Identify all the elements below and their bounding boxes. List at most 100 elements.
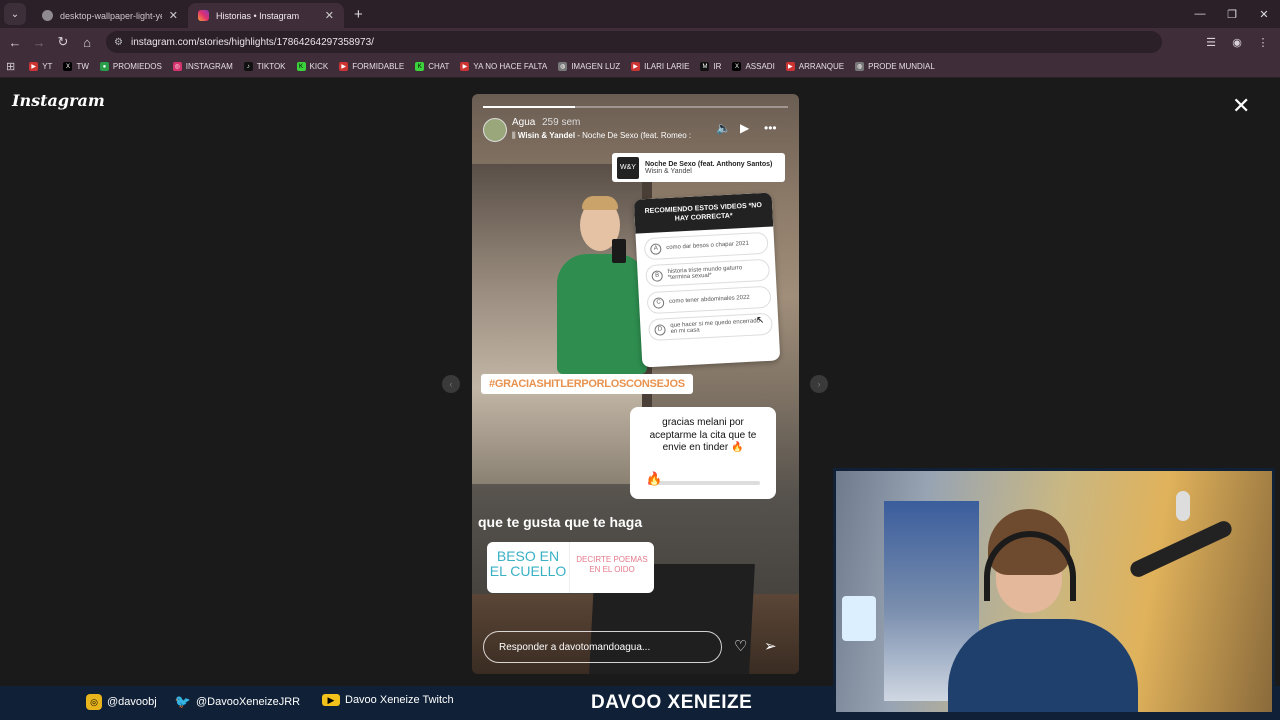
bookmark-assadi[interactable]: X ASSADI — [732, 62, 775, 71]
close-icon[interactable]: ✕ — [1232, 95, 1250, 117]
slider-track[interactable] — [648, 481, 760, 485]
restore-icon[interactable]: ❐ — [1216, 0, 1248, 28]
emoji-slider-sticker[interactable]: gracias melani por aceptarme la cita que… — [630, 407, 776, 499]
instagram-icon: ◎ — [172, 62, 182, 71]
kick-icon: K — [415, 62, 425, 71]
address-bar[interactable]: ⚙ instagram.com/stories/highlights/17864… — [106, 31, 1162, 53]
this-or-that-sticker: BESO EN EL CUELLO DECIRTE POEMAS EN EL O… — [487, 542, 654, 593]
bookmark-instagram[interactable]: ◎ INSTAGRAM — [172, 62, 233, 71]
avatar[interactable] — [483, 118, 507, 142]
story-progress-fill — [483, 106, 575, 108]
close-window-icon[interactable]: ✕ — [1248, 0, 1280, 28]
previous-story-icon[interactable]: ‹ — [442, 375, 460, 393]
globe-icon — [42, 10, 53, 21]
tab-wallpaper[interactable]: desktop-wallpaper-light-yellow ✕ — [32, 3, 188, 28]
quiz-option-d[interactable]: Dque hacer si me quedo encerrado en mi c… — [647, 312, 773, 342]
browser-tab-bar: ⌄ desktop-wallpaper-light-yellow ✕ Histo… — [0, 0, 1280, 28]
send-icon[interactable]: ➢ — [764, 637, 777, 655]
mk-icon: M — [700, 62, 710, 71]
twitter-handle: 🐦 @DavooXeneizeJRR — [174, 694, 301, 709]
fire-emoji-icon[interactable]: 🔥 — [646, 471, 662, 487]
next-story-icon[interactable]: › — [810, 375, 828, 393]
bookmark-formidable[interactable]: ▶ FORMIDABLE — [339, 62, 404, 71]
apps-icon[interactable]: ⊞ — [6, 60, 15, 73]
bookmark-prode-mundial[interactable]: ◍ PRODE MUNDIAL — [855, 62, 935, 71]
globe-icon: ◍ — [855, 62, 865, 71]
quiz-option-b[interactable]: Bhistoria triste mundo gaturro *termina … — [645, 258, 771, 288]
webcam-microphone — [1127, 518, 1235, 580]
minimize-icon[interactable]: — — [1184, 0, 1216, 28]
x-icon: X — [732, 62, 742, 71]
story-caption: que te gusta que te haga — [478, 514, 643, 530]
bookmark-ya-no-hace-falta[interactable]: ▶ YA NO HACE FALTA — [460, 62, 547, 71]
webcam-lamp — [1176, 491, 1190, 521]
close-tab-icon[interactable]: ✕ — [325, 9, 334, 22]
tab-title: Historias • Instagram — [216, 10, 300, 21]
bookmark-kick[interactable]: K KICK — [296, 62, 328, 71]
youtube-icon: ▶ — [785, 62, 795, 71]
profile-icon[interactable]: ☰ — [1200, 31, 1222, 53]
youtube-icon: ▶ — [460, 62, 470, 71]
instagram-icon — [198, 10, 209, 21]
bookmark-promiedos[interactable]: ● PROMIEDOS — [99, 62, 162, 71]
back-icon[interactable]: ← — [3, 30, 27, 54]
quiz-question: RECOMIENDO ESTOS VIDEOS *NO HAY CORRECTA… — [633, 192, 774, 234]
site-info-icon[interactable]: ⚙ — [114, 37, 123, 48]
url-text: instagram.com/stories/highlights/1786426… — [130, 36, 374, 48]
more-options-icon[interactable]: ••• — [764, 121, 777, 135]
forward-icon[interactable]: → — [27, 30, 51, 54]
bookmark-arranque[interactable]: ▶ ARRANQUE — [785, 62, 844, 71]
bookmark-chat[interactable]: K CHAT — [415, 62, 449, 71]
bookmark-tw[interactable]: X TW — [63, 62, 89, 71]
new-tab-button[interactable]: + — [354, 6, 363, 23]
mute-icon[interactable]: 🔈 — [716, 121, 731, 135]
more-icon[interactable]: ⋮ — [1252, 31, 1274, 53]
music-track: - Noche De Sexo (feat. Romeo : — [575, 131, 692, 140]
quiz-sticker: RECOMIENDO ESTOS VIDEOS *NO HAY CORRECTA… — [633, 192, 781, 368]
quiz-option-a[interactable]: Acomo dar besos o chapar 2021 — [643, 231, 769, 261]
tab-title: desktop-wallpaper-light-yellow — [60, 10, 162, 21]
twitch-handle: ▶ Davoo Xeneize Twitch — [322, 694, 454, 706]
story-music[interactable]: ⫼ Wisin & Yandel - Noche De Sexo (feat. … — [512, 131, 691, 141]
bookmark-ilari-larie[interactable]: ▶ ILARI LARIE — [631, 62, 689, 71]
instagram-handle: ◎ @davoobj — [86, 694, 157, 710]
webcam-person-body — [948, 619, 1138, 712]
reply-input[interactable]: Responder a davotomandoagua... — [483, 631, 722, 663]
choice-a-button[interactable]: BESO EN EL CUELLO — [487, 542, 569, 593]
story-viewer[interactable]: Agua 259 sem ⫼ Wisin & Yandel - Noche De… — [472, 94, 799, 674]
browser-toolbar: ← → ↻ ⌂ ⚙ instagram.com/stories/highligh… — [0, 28, 1280, 56]
music-sticker[interactable]: W&Y Noche De Sexo (feat. Anthony Santos)… — [612, 153, 785, 182]
music-sticker-title: Noche De Sexo (feat. Anthony Santos) — [645, 160, 773, 168]
instagram-logo[interactable]: Instagram — [12, 91, 105, 110]
reload-icon[interactable]: ↻ — [51, 30, 75, 54]
quiz-option-c[interactable]: Ccomo tener abdominales 2022 — [646, 285, 772, 315]
bookmark-yt[interactable]: ▶ YT — [29, 62, 52, 71]
choice-b-button[interactable]: DECIRTE POEMAS EN EL OIDO — [569, 542, 654, 593]
tab-search-icon[interactable]: ⌄ — [4, 3, 26, 25]
close-tab-icon[interactable]: ✕ — [169, 9, 178, 22]
instagram-icon: ◎ — [86, 694, 102, 710]
hashtag-sticker[interactable]: #GRACIASHITLERPORLOSCONSEJOS — [481, 374, 693, 394]
story-progress-bar — [483, 106, 788, 108]
story-username[interactable]: Agua — [512, 117, 535, 128]
youtube-icon: ▶ — [322, 694, 340, 706]
youtube-icon: ▶ — [631, 62, 641, 71]
streamer-brand: DAVOO XENEIZE — [591, 692, 753, 713]
music-artist: Wisin & Yandel — [517, 131, 576, 140]
youtube-icon: ▶ — [339, 62, 349, 71]
album-art-icon: W&Y — [617, 156, 639, 179]
promiedos-icon: ● — [99, 62, 109, 71]
bookmark-ir[interactable]: M IR — [700, 62, 721, 71]
story-photo-hair — [582, 196, 618, 210]
bookmark-tiktok[interactable]: ♪ TIKTOK — [243, 62, 286, 71]
bookmark-imagen-luz[interactable]: ◍ IMAGEN LUZ — [558, 62, 620, 71]
music-sticker-artist: Wisin & Yandel — [645, 167, 692, 175]
home-icon[interactable]: ⌂ — [75, 30, 99, 54]
webcam-jersey — [842, 596, 876, 641]
webcam-feed — [833, 468, 1275, 715]
youtube-icon: ▶ — [29, 62, 39, 71]
tab-instagram[interactable]: Historias • Instagram ✕ — [188, 3, 344, 28]
account-icon[interactable]: ◉ — [1226, 31, 1248, 53]
play-icon[interactable]: ▶ — [740, 121, 749, 135]
heart-icon[interactable]: ♡ — [734, 637, 747, 655]
